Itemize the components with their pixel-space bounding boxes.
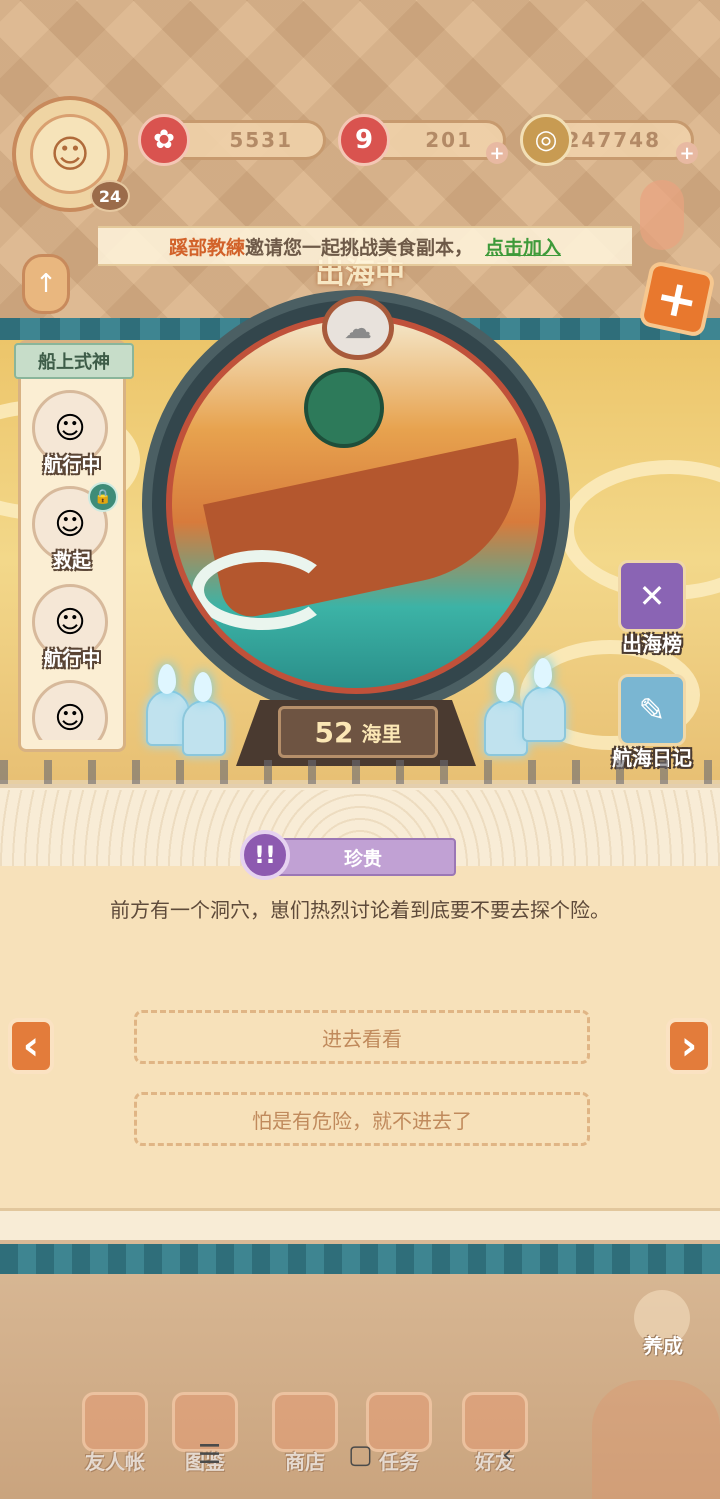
decorative-stripe [0,1244,720,1274]
blue-flame-icon [534,658,552,688]
coin-icon: ◎ [520,114,572,166]
add-coins-button[interactable]: + [676,142,698,164]
chevron-right-icon[interactable]: › [666,1018,712,1074]
invite-banner[interactable]: 蹊部教練 邀请您一起挑战美食副本， 点击加入 [98,226,632,266]
distance-display: 52 海里 [278,706,438,758]
inviter-name: 蹊部教練 [168,236,245,259]
grow-button[interactable]: 养成 [620,1290,706,1376]
exclamation-icon: !! [240,830,290,880]
plus-icon[interactable]: + [637,259,717,339]
nav-shop[interactable]: 商店 [260,1392,350,1482]
player-level-badge: 24 [90,180,130,212]
friend-book-icon [82,1392,148,1452]
friends-icon [462,1392,528,1452]
choice-label: 进去看看 [322,1026,402,1051]
cloud-icon: ☁ [322,296,394,360]
blue-flame-icon [158,664,176,694]
crew-member[interactable]: ☺ 航行中 [26,390,118,486]
crew-member[interactable]: ☺ [26,680,118,740]
ghost-lantern-icon [522,686,566,742]
choice-enter-button[interactable]: 进去看看 [134,1010,590,1064]
nav-label: 友人帐 [85,1450,145,1474]
distance-value: 52 [314,715,354,749]
distance-unit: 海里 [361,721,402,746]
lock-icon: 🔒 [88,482,118,512]
blue-flame-icon [496,672,514,702]
choice-label: 怕是有危险，就不进去了 [252,1108,472,1133]
daruma-icon [304,368,384,448]
chevron-left-icon[interactable]: ‹ [8,1018,54,1074]
crew-panel-title: 船上式神 [14,343,134,379]
lucky-cat-icon [272,1392,338,1452]
crew-member[interactable]: ☺ 🔒 救起 [26,482,118,582]
blue-flame-icon [194,672,212,702]
upgrade-arrow-icon[interactable]: ↑ [22,254,70,314]
tasks-icon [366,1392,432,1452]
hanging-fish-icon [640,180,684,250]
ghost-lantern-icon [182,700,226,756]
choice-skip-button[interactable]: 怕是有危险，就不进去了 [134,1092,590,1146]
nav-friends[interactable]: 好友 [450,1392,540,1482]
menu-icon[interactable]: ☰ [198,1440,221,1470]
crew-status: 航行中 [43,454,101,476]
diary-book-icon: ✎ [618,674,686,746]
coins-value: 247748 [565,128,661,152]
shikigami-dark-icon: ☺ [32,680,108,740]
event-description: 前方有一个洞穴，崽们热烈讨论着到底要不要去探个险。 [110,898,610,922]
crew-status: 航行中 [43,648,101,670]
join-link[interactable]: 点击加入 [485,233,561,260]
nav-label: 好友 [475,1450,515,1474]
crew-status: 救起 [52,550,91,572]
back-icon[interactable]: ‹ [502,1440,512,1470]
event-card-footer [0,1208,720,1244]
voyage-scene [166,314,546,694]
jade-value: 5531 [229,128,293,152]
rarity-label: 珍贵 [343,847,382,870]
leaderboard-label: 出海榜 [622,632,682,656]
crew-member[interactable]: ☺ 航行中 [26,584,118,680]
crossed-swords-icon: ✕ [618,560,686,632]
add-stamina-button[interactable]: + [486,142,508,164]
wave-icon [192,550,332,630]
jade-icon: ✿ [138,114,190,166]
captain-portrait[interactable] [592,1380,720,1499]
leaderboard-button[interactable]: ✕ 出海榜 [604,560,700,670]
nav-label: 商店 [285,1450,325,1474]
rarity-ribbon: 珍贵 [270,838,456,876]
stamina-value: 201 [425,128,473,152]
nav-friend-book[interactable]: 友人帐 [70,1392,160,1482]
stamina-icon: 9 [338,114,390,166]
home-icon[interactable]: ▢ [348,1440,373,1470]
grow-label: 养成 [643,1334,683,1358]
invite-message: 邀请您一起挑战美食副本， [244,236,473,259]
